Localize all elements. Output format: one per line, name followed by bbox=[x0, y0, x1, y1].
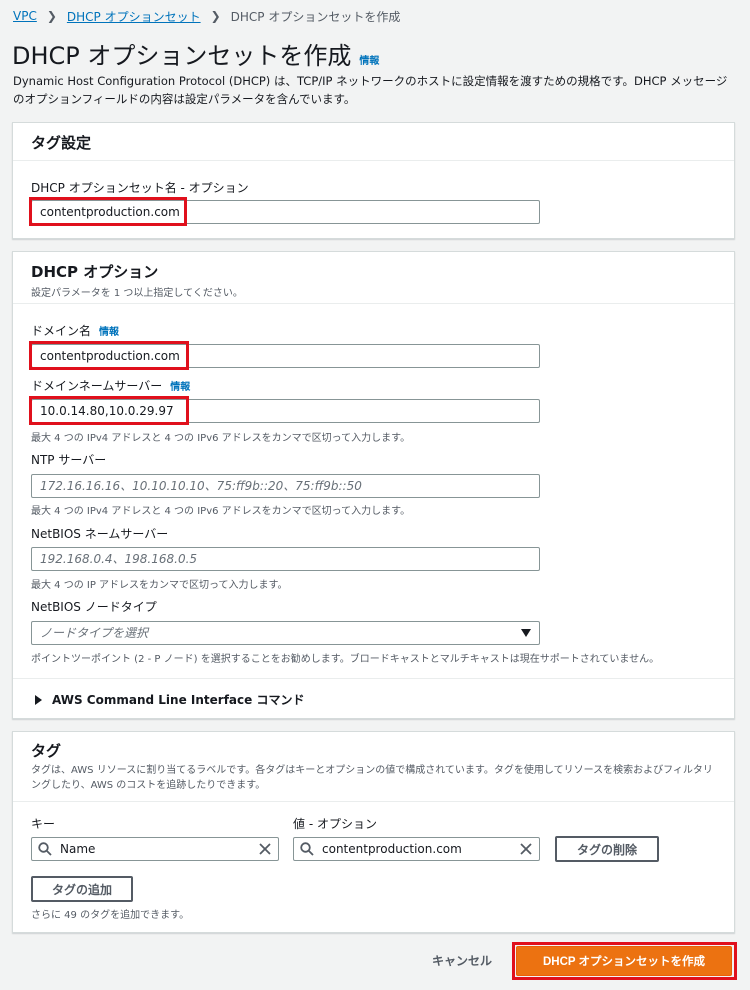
chevron-right-icon: ❯ bbox=[210, 9, 221, 23]
netbios-ns-input[interactable]: 192.168.0.4、198.168.0.5 bbox=[31, 547, 540, 571]
tags-panel: タグ タグは、AWS リソースに割り当てるラベルです。各タグはキーとオプションの… bbox=[12, 731, 735, 933]
dhcp-options-header: DHCP オプション 設定パラメータを 1 つ以上指定してください。 bbox=[13, 252, 734, 304]
chevron-right-icon: ❯ bbox=[46, 9, 57, 23]
dhcp-options-subtitle: 設定パラメータを 1 つ以上指定してください。 bbox=[31, 288, 243, 299]
page-title-text: DHCP オプションセットを作成 bbox=[12, 42, 352, 70]
netbios-nt-select-text: ノードタイプを選択 bbox=[40, 626, 149, 640]
divider bbox=[13, 678, 734, 679]
caret-right-icon bbox=[35, 694, 42, 705]
dns-help: 最大 4 つの IPv4 アドレスと 4 つの IPv6 アドレスをカンマで区切… bbox=[31, 433, 411, 444]
breadcrumb-vpc-link[interactable]: VPC bbox=[13, 9, 37, 23]
remove-tag-button[interactable]: タグの削除 bbox=[555, 836, 659, 862]
netbios-ns-label: NetBIOS ネームサーバー bbox=[31, 527, 169, 541]
domain-name-label: ドメイン名 情報 bbox=[31, 322, 119, 339]
tag-settings-panel: タグ設定 DHCP オプションセット名 - オプション contentprodu… bbox=[12, 122, 735, 239]
cli-expander-label: AWS Command Line Interface コマンド bbox=[52, 693, 305, 707]
cli-expander[interactable]: AWS Command Line Interface コマンド bbox=[35, 691, 304, 708]
close-icon[interactable] bbox=[519, 842, 533, 856]
tag-value-value: contentproduction.com bbox=[322, 842, 462, 856]
dns-info-link[interactable]: 情報 bbox=[170, 382, 190, 393]
tag-settings-title: タグ設定 bbox=[31, 134, 92, 152]
breadcrumb-dhcp-sets-link[interactable]: DHCP オプションセット bbox=[67, 8, 201, 25]
dns-label-text: ドメインネームサーバー bbox=[31, 379, 163, 393]
close-icon[interactable] bbox=[258, 842, 272, 856]
netbios-ns-help: 最大 4 つの IP アドレスをカンマで区切って入力します。 bbox=[31, 580, 288, 591]
dhcp-options-panel: DHCP オプション 設定パラメータを 1 つ以上指定してください。 ドメイン名… bbox=[12, 251, 735, 719]
search-icon bbox=[38, 842, 52, 856]
tags-remaining: さらに 49 のタグを追加できます。 bbox=[31, 910, 190, 921]
ntp-label: NTP サーバー bbox=[31, 453, 107, 467]
dhcp-set-name-label: DHCP オプションセット名 - オプション bbox=[31, 181, 249, 195]
tags-description: タグは、AWS リソースに割り当てるラベルです。各タグはキーとオプションの値で構… bbox=[31, 765, 713, 791]
netbios-nt-help: ポイントツーポイント (2 - P ノード) を選択することをお勧めします。ブロ… bbox=[31, 654, 660, 665]
create-dhcp-set-button[interactable]: DHCP オプションセットを作成 bbox=[516, 946, 732, 976]
netbios-nt-select[interactable]: ノードタイプを選択 bbox=[31, 621, 540, 645]
breadcrumb: VPC ❯ DHCP オプションセット ❯ DHCP オプションセットを作成 bbox=[13, 7, 400, 25]
netbios-nt-label: NetBIOS ノードタイプ bbox=[31, 600, 157, 614]
tag-value-label: 値 - オプション bbox=[293, 817, 377, 831]
cancel-button[interactable]: キャンセル bbox=[432, 952, 492, 969]
domain-name-info-link[interactable]: 情報 bbox=[99, 327, 119, 338]
tag-value-input[interactable]: contentproduction.com bbox=[293, 837, 540, 861]
tag-key-label: キー bbox=[31, 817, 56, 831]
dhcp-options-title: DHCP オプション bbox=[31, 263, 159, 281]
page-title: DHCP オプションセットを作成 情報 bbox=[12, 36, 379, 71]
tags-title: タグ bbox=[31, 742, 62, 760]
domain-name-label-text: ドメイン名 bbox=[31, 324, 92, 338]
tags-header: タグ タグは、AWS リソースに割り当てるラベルです。各タグはキーとオプションの… bbox=[13, 732, 734, 802]
breadcrumb-current: DHCP オプションセットを作成 bbox=[230, 9, 401, 24]
ntp-input[interactable]: 172.16.16.16、10.10.10.10、75:ff9b::20、75:… bbox=[31, 474, 540, 498]
ntp-help: 最大 4 つの IPv4 アドレスと 4 つの IPv6 アドレスをカンマで区切… bbox=[31, 506, 411, 517]
tag-settings-header: タグ設定 bbox=[13, 123, 734, 161]
page-info-link[interactable]: 情報 bbox=[359, 52, 379, 67]
dns-input[interactable]: 10.0.14.80,10.0.29.97 bbox=[31, 399, 540, 423]
domain-name-input[interactable]: contentproduction.com bbox=[31, 344, 540, 368]
tag-key-input[interactable]: Name bbox=[31, 837, 279, 861]
page-description: Dynamic Host Configuration Protocol (DHC… bbox=[13, 74, 728, 106]
add-tag-button[interactable]: タグの追加 bbox=[31, 876, 133, 902]
caret-down-icon bbox=[521, 629, 531, 637]
dhcp-set-name-input[interactable]: contentproduction.com bbox=[31, 200, 540, 224]
search-icon bbox=[300, 842, 314, 856]
dns-label: ドメインネームサーバー 情報 bbox=[31, 377, 190, 394]
tag-key-value: Name bbox=[60, 842, 96, 856]
